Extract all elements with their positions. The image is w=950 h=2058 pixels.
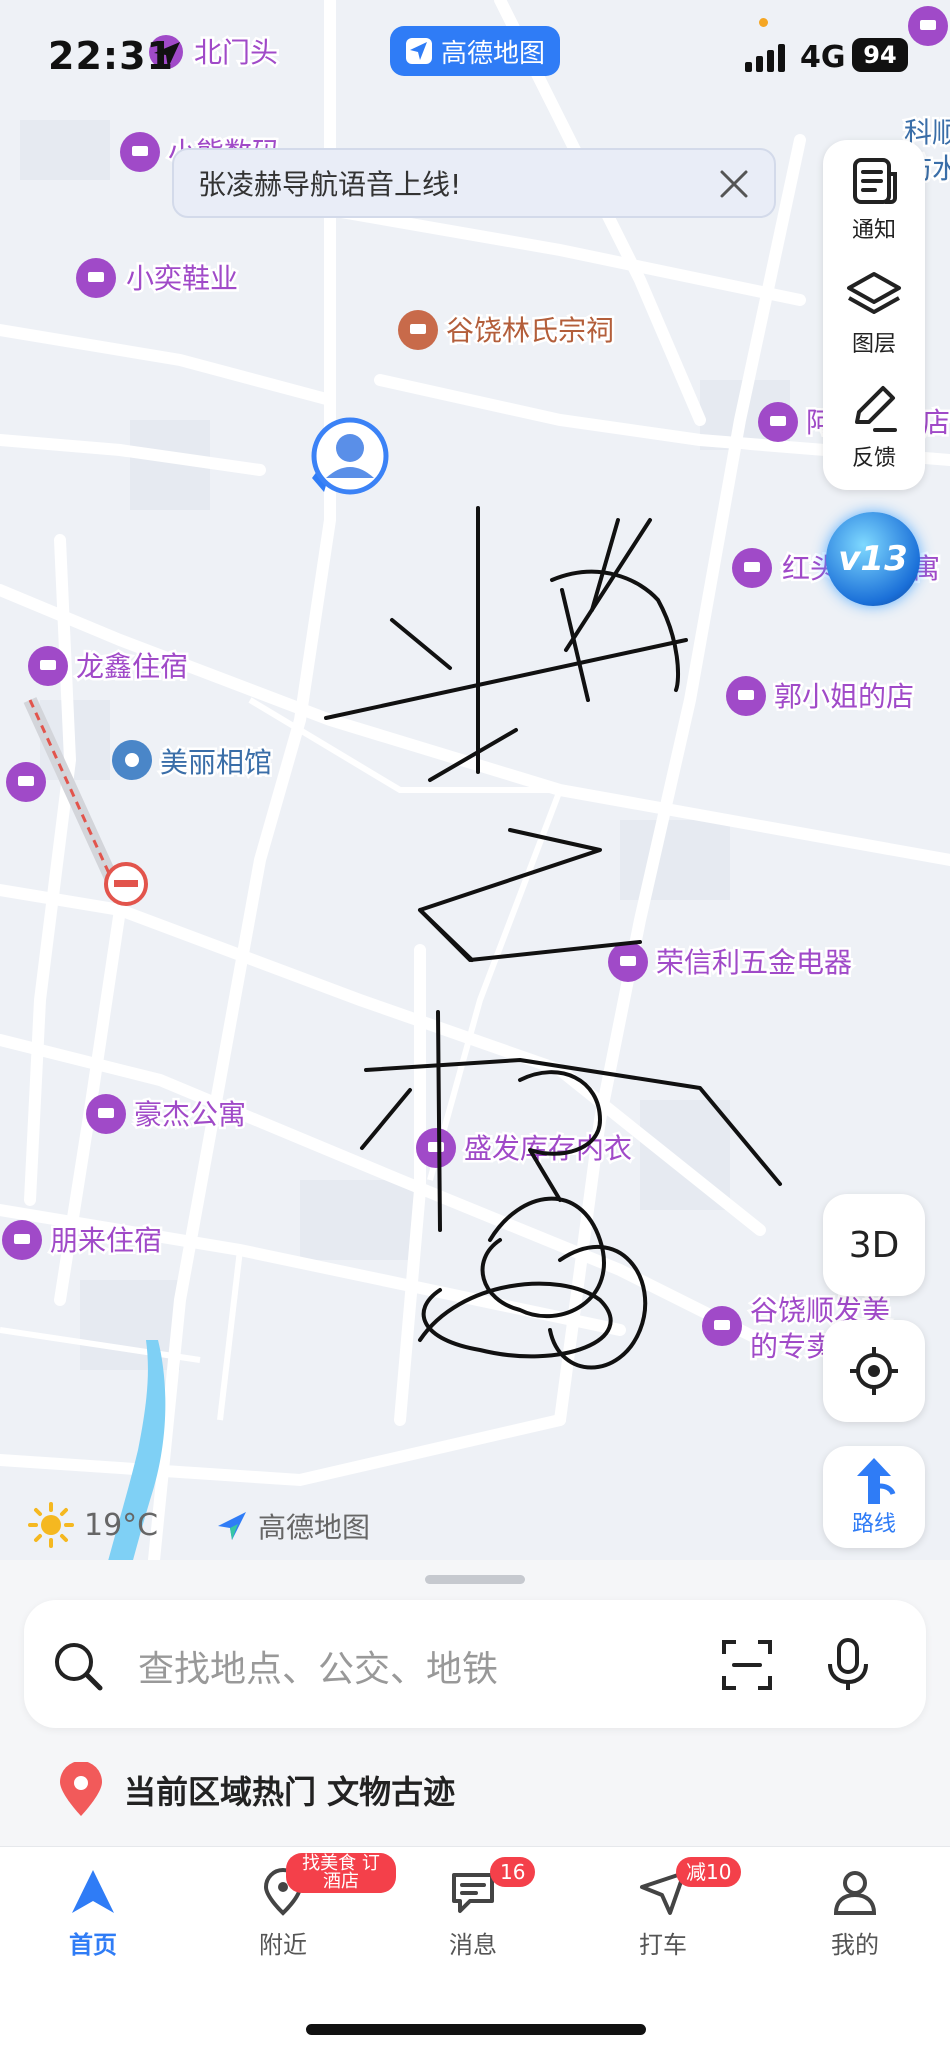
messages-count-badge: 16 — [490, 1857, 536, 1887]
taxi-discount-badge: 减10 — [676, 1857, 742, 1887]
amap-logo-icon — [218, 1512, 246, 1540]
voice-announcement-banner[interactable]: 张凌赫导航语音上线! — [172, 148, 776, 218]
user-profile-icon — [833, 1871, 877, 1915]
poi-label[interactable]: 盛发库存内衣 — [462, 1130, 635, 1168]
amap-brand-mark: 高德地图 — [214, 1506, 370, 1546]
level-badge[interactable]: v13 — [826, 512, 920, 606]
weather-widget[interactable]: 19°C — [28, 1502, 158, 1548]
poi-label[interactable]: 郭小姐的店 — [772, 678, 917, 716]
route-button[interactable]: 路线 — [823, 1446, 925, 1548]
tab-home[interactable]: 首页 — [18, 1867, 168, 1977]
banner-text: 张凌赫导航语音上线! — [198, 168, 462, 201]
route-label: 路线 — [851, 1512, 896, 1537]
app-indicator[interactable]: 高德地图 — [390, 26, 560, 76]
network-type: 4G — [800, 40, 846, 75]
home-navigation-icon — [72, 1870, 114, 1913]
poi-label[interactable]: 店 — [920, 404, 950, 442]
amap-logo-icon — [405, 38, 432, 64]
home-indicator[interactable] — [306, 2024, 646, 2035]
crosshair-icon — [850, 1347, 898, 1395]
feedback-label: 反馈 — [851, 446, 896, 471]
layers-icon — [847, 272, 901, 314]
layers-button[interactable]: 图层 — [823, 258, 925, 368]
app-indicator-label: 高德地图 — [440, 38, 545, 69]
privacy-dot — [759, 18, 768, 27]
poi-label[interactable]: 美丽相馆 — [158, 744, 275, 782]
search-bar[interactable]: 查找地点、公交、地铁 — [24, 1600, 926, 1728]
hot-area-label: 当前区域热门 文物古迹 — [124, 1773, 456, 1811]
signal-icon — [745, 44, 785, 72]
notify-button[interactable]: 通知 — [823, 144, 925, 254]
feedback-button[interactable]: 反馈 — [823, 372, 925, 482]
poi-label[interactable]: 谷饶林氏宗祠 — [444, 312, 617, 350]
battery-indicator: 94 — [852, 38, 908, 72]
tab-label: 我的 — [831, 1931, 879, 1959]
search-input[interactable]: 查找地点、公交、地铁 — [138, 1640, 498, 1692]
map-pin-icon — [60, 1762, 102, 1816]
close-icon[interactable] — [714, 164, 754, 204]
brand-label: 高德地图 — [258, 1511, 371, 1544]
notification-icon — [853, 158, 897, 204]
poi-label[interactable]: 的专卖 — [748, 1328, 837, 1366]
poi-label[interactable]: 豪杰公寓 — [132, 1096, 249, 1134]
microphone-icon[interactable] — [824, 1636, 872, 1694]
layers-label: 图层 — [851, 332, 896, 357]
poi-label[interactable]: 龙鑫住宿 — [74, 648, 191, 686]
location-arrow-icon — [154, 42, 180, 68]
search-icon — [55, 1643, 103, 1691]
tab-label: 首页 — [69, 1931, 117, 1959]
route-arrow-icon — [857, 1458, 896, 1504]
map-tools-panel: 通知 图层 反馈 — [823, 140, 925, 490]
scan-icon[interactable] — [720, 1638, 774, 1692]
sun-icon — [28, 1502, 74, 1548]
temperature-label: 19°C — [84, 1507, 159, 1543]
poi-label[interactable]: 朋来住宿 — [48, 1222, 165, 1260]
tab-label: 消息 — [449, 1931, 497, 1959]
tab-label: 附近 — [259, 1931, 307, 1959]
nearby-promo-badge: 找美食 订酒店 — [286, 1853, 396, 1893]
sheet-drag-handle[interactable] — [425, 1575, 525, 1584]
tab-label: 打车 — [639, 1931, 687, 1959]
tab-profile[interactable]: 我的 — [780, 1867, 930, 1977]
locate-button[interactable] — [823, 1320, 925, 1422]
user-location-marker[interactable] — [311, 417, 389, 495]
poi-label[interactable]: 小奕鞋业 — [124, 260, 241, 298]
3d-toggle-button[interactable]: 3D — [823, 1194, 925, 1296]
hot-area-row[interactable]: 当前区域热门 文物古迹 — [56, 1762, 455, 1818]
notify-label: 通知 — [851, 218, 896, 243]
poi-label[interactable]: 荣信利五金电器 — [654, 944, 855, 982]
status-bar: 22:31 高德地图 4G 94 — [0, 0, 950, 110]
feedback-pen-icon — [855, 386, 897, 432]
